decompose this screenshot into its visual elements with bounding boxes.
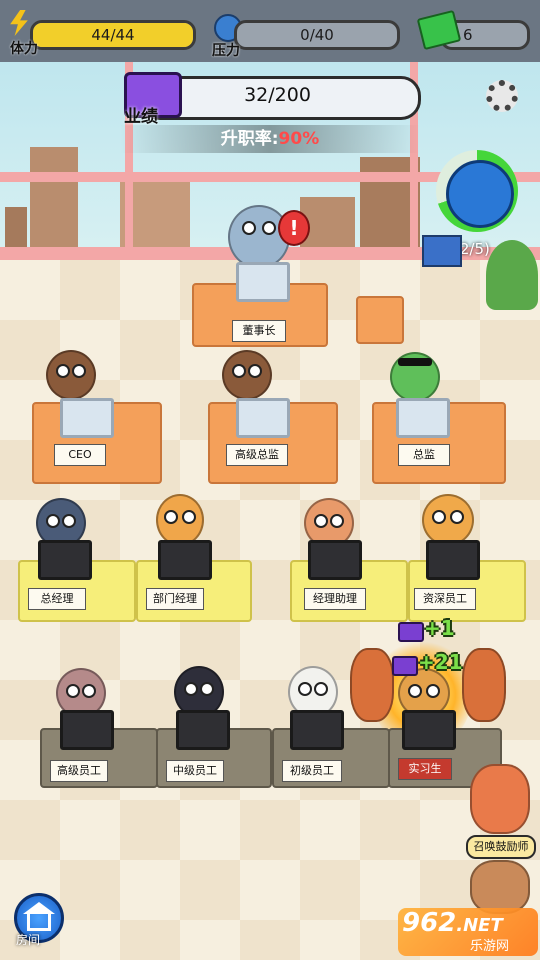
title-sign: 经理助理 [304, 588, 366, 610]
side-cabinet [356, 296, 404, 344]
promotion-value: 90% [278, 129, 320, 149]
crocodile-director[interactable] [390, 352, 440, 402]
stress-value: 0/40 [300, 26, 334, 44]
folder-icon [398, 622, 424, 642]
monitor [60, 710, 114, 750]
house-icon [27, 914, 51, 931]
blob-character-icon[interactable] [446, 160, 514, 228]
monitor [290, 710, 344, 750]
stress-label: 压力 [212, 43, 240, 59]
gain-text: +21 [418, 650, 463, 674]
title-sign: 资深员工 [414, 588, 476, 610]
folder-icon [392, 656, 418, 676]
title-sign: CEO [54, 444, 106, 466]
title-sign: 中级员工 [166, 760, 224, 782]
home-label: 房间 [16, 933, 41, 947]
title-sign: 实习生 [398, 758, 452, 780]
stamina-value: 44/44 [91, 26, 135, 44]
title-sign: 总经理 [28, 588, 86, 610]
fox-cheerleader [350, 648, 394, 722]
stress-bar: 0/40 [234, 20, 400, 50]
monitor [38, 540, 92, 580]
plant-decoration [486, 240, 538, 310]
title-sign: 部门经理 [146, 588, 204, 610]
title-sign: 高级员工 [50, 760, 108, 782]
monitor [158, 540, 212, 580]
watermark-number: 962.NET [402, 908, 503, 938]
promotion-rate: 升职率:90% [120, 125, 420, 153]
stamina-bar: 44/44 [30, 20, 196, 50]
monitor [60, 398, 114, 438]
promotion-label: 升职率: [220, 129, 279, 149]
stamina-label: 体力 [10, 41, 38, 57]
owl-ceo[interactable] [46, 350, 96, 400]
monitor [176, 710, 230, 750]
giraffe-department-manager[interactable] [156, 494, 204, 546]
monitor [236, 262, 290, 302]
monitor [308, 540, 362, 580]
raccoon-avatar[interactable] [470, 860, 530, 914]
title-sign: 初级员工 [282, 760, 342, 782]
gear-icon[interactable] [486, 80, 518, 112]
performance-value: 32/200 [244, 84, 311, 106]
monitor [396, 398, 450, 438]
monitor [236, 398, 290, 438]
watermark-site: 乐游网 [470, 939, 510, 954]
performance-label: 业绩 [124, 107, 158, 127]
monitor [402, 710, 456, 750]
books-decoration [422, 235, 462, 267]
cheerleader-avatar[interactable] [470, 764, 530, 834]
alert-icon[interactable]: ! [278, 210, 310, 246]
fox-cheerleader [462, 648, 506, 722]
gain-text: +1 [424, 616, 455, 640]
title-sign: 高级总监 [226, 444, 288, 466]
monitor [426, 540, 480, 580]
cat-senior-employee[interactable] [422, 494, 474, 546]
title-sign: 总监 [398, 444, 450, 466]
summon-cheerleader-button[interactable]: 召唤鼓励师 [466, 835, 536, 859]
owl-senior-director[interactable] [222, 350, 272, 400]
title-sign: 董事长 [232, 320, 286, 342]
